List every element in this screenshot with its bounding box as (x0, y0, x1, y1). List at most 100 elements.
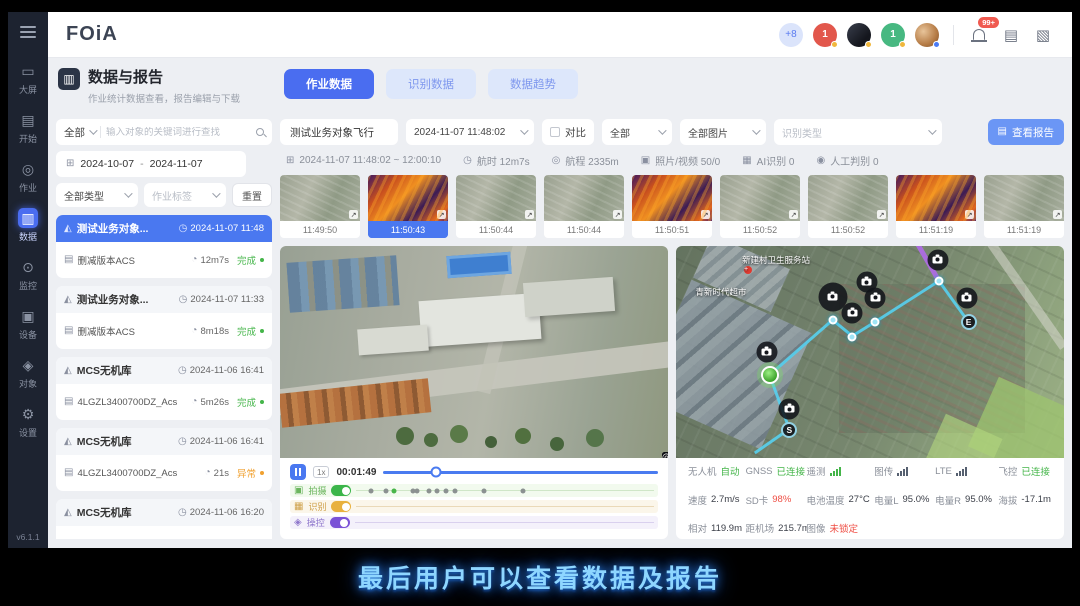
flight-time-select[interactable]: 2024-11-07 11:48:02 (406, 119, 534, 145)
sidebar-item-settings[interactable]: 设置 (8, 397, 48, 446)
user-avatar[interactable]: 1 (813, 23, 837, 47)
tab-data-trends[interactable]: 数据趋势 (488, 69, 578, 99)
filter-all-select[interactable]: 全部 (602, 119, 672, 145)
sidebar-item-missions[interactable]: 作业 (8, 152, 48, 201)
reset-button[interactable]: 重置 (232, 183, 272, 207)
status-dot (260, 400, 264, 404)
tab-recognition-data[interactable]: 识别数据 (386, 69, 476, 99)
expand-icon (437, 210, 446, 219)
control-toggle[interactable] (330, 517, 350, 528)
camera-marker[interactable] (865, 287, 886, 308)
divider (953, 25, 954, 45)
user-avatar[interactable]: 1 (881, 23, 905, 47)
camera-marker[interactable] (842, 302, 863, 323)
job-list-item[interactable]: MCS无机库 2024-11-06 16:41 4LGZL3400700DZ_A… (56, 428, 272, 491)
tab-job-data[interactable]: 作业数据 (284, 69, 374, 99)
screen-icon (18, 61, 38, 81)
media-filter-select[interactable]: 全部图片 (680, 119, 766, 145)
video-frame[interactable] (280, 246, 668, 458)
capture-mark-dot (384, 488, 389, 493)
mission-icon (64, 366, 72, 376)
camera-marker[interactable] (927, 249, 948, 270)
media-thumbnail[interactable]: 11:50:52 (808, 175, 888, 238)
divider (100, 126, 101, 138)
playback-speed[interactable]: 1x (313, 466, 329, 478)
sidebar-item-monitoring[interactable]: 监控 (8, 250, 48, 299)
duration-icon (191, 397, 197, 407)
device-icon (18, 306, 38, 326)
object-name-input[interactable] (280, 119, 398, 145)
recognition-type-select[interactable]: 识别类型 (774, 119, 942, 145)
sidebar-item-objects[interactable]: 对象 (8, 348, 48, 397)
sidebar-item-dashboard[interactable]: 大屏 (8, 54, 48, 103)
control-icon (294, 518, 302, 528)
sidebar-item-start[interactable]: 开始 (8, 103, 48, 152)
location-icon[interactable] (662, 452, 668, 458)
search-input[interactable] (106, 127, 251, 138)
camera-marker[interactable] (956, 287, 977, 308)
apps-cube-icon[interactable] (1032, 24, 1054, 46)
capture-mark-dot (391, 488, 396, 493)
start-icon (18, 110, 38, 130)
media-thumbnail-selected[interactable]: 11:50:43 (368, 175, 448, 238)
map-view[interactable]: 新建村卫生服务站 青新时代超市 (676, 246, 1064, 458)
media-thumbnail[interactable]: 11:50:44 (544, 175, 624, 238)
more-users-badge[interactable]: +8 (779, 23, 803, 47)
camera-marker[interactable] (779, 399, 800, 420)
user-avatar[interactable] (847, 23, 871, 47)
job-list-item[interactable]: MCS无机库 2024-11-06 16:20 4LGZL3400700DZ_A… (56, 499, 272, 539)
job-list-item[interactable]: 测试业务对象... 2024-11-07 11:48 删减版本ACS 12m7s… (56, 215, 272, 278)
waypoint-dot (935, 276, 944, 285)
pause-button[interactable] (290, 464, 306, 480)
sidebar-item-devices[interactable]: 设备 (8, 299, 48, 348)
status-badge: 完成 (237, 537, 256, 539)
media-thumbnail[interactable]: 11:51:19 (896, 175, 976, 238)
capture-mark-dot (452, 488, 457, 493)
tag-select[interactable]: 作业标签 (144, 183, 226, 207)
date-range-picker[interactable]: 2024-10-07-2024-11-07 (56, 151, 246, 177)
toolbar: 2024-11-07 11:48:02 对比 全部 全部图片 识别类型 (280, 119, 1064, 145)
video-progress-bar[interactable] (383, 471, 658, 474)
chevron-down-icon (752, 126, 760, 134)
recognition-toggle[interactable] (331, 501, 351, 512)
signal-bars-icon (956, 467, 967, 476)
camera-marker[interactable] (756, 342, 777, 363)
compare-checkbox[interactable]: 对比 (542, 119, 594, 145)
clock-icon (179, 224, 188, 234)
map-panel: 新建村卫生服务站 青新时代超市 (676, 246, 1064, 539)
device-icon (64, 468, 73, 478)
capture-mark-dot (521, 488, 526, 493)
news-icon[interactable] (1000, 24, 1022, 46)
status-dot (865, 41, 872, 48)
expand-icon (701, 210, 710, 219)
media-thumbnail[interactable]: 11:51:19 (984, 175, 1064, 238)
object-type-select[interactable]: 全部 (64, 125, 95, 140)
duration-icon (191, 255, 197, 265)
media-thumbnail[interactable]: 11:50:52 (720, 175, 800, 238)
sidebar-item-data[interactable]: 数据 (8, 201, 48, 250)
capture-toggle[interactable] (331, 485, 351, 496)
job-list-item[interactable]: 测试业务对象... 2024-11-07 11:33 删减版本ACS 8m18s… (56, 286, 272, 349)
media-thumbnail[interactable]: 11:50:51 (632, 175, 712, 238)
media-thumbnail[interactable]: 11:49:50 (280, 175, 360, 238)
route-start-marker[interactable]: S (781, 422, 797, 438)
status-badge: 完成 (237, 395, 256, 409)
drone-position-marker[interactable] (761, 366, 779, 384)
user-avatar[interactable] (915, 23, 939, 47)
video-progress-handle[interactable] (430, 467, 441, 478)
job-list-item[interactable]: MCS无机库 2024-11-06 16:41 4LGZL3400700DZ_A… (56, 357, 272, 420)
map-poi-label: 新建村卫生服务站 (742, 254, 810, 266)
notifications-button[interactable]: 99+ (968, 24, 990, 46)
view-report-button[interactable]: 查看报告 (988, 119, 1064, 145)
device-icon (64, 397, 73, 407)
route-end-marker[interactable]: E (961, 314, 977, 330)
category-select[interactable]: 全部类型 (56, 183, 138, 207)
tab-bar: 作业数据 识别数据 数据趋势 (284, 69, 578, 99)
mission-icon (18, 159, 38, 179)
mission-icon (64, 437, 72, 447)
waypoint-dot (871, 318, 880, 327)
menu-toggle-icon[interactable] (20, 26, 36, 38)
media-thumbnail[interactable]: 11:50:44 (456, 175, 536, 238)
clock-icon (179, 295, 188, 305)
capture-mark-dot (482, 488, 487, 493)
